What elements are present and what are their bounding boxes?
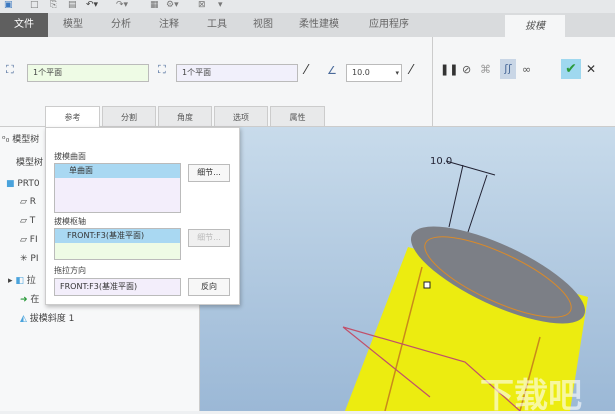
dimension-lines [445,160,496,233]
subtab-references[interactable]: 参考 [45,106,100,127]
flip-hinge-icon[interactable]: ⁄ [305,63,307,78]
watermark: 下载吧 [480,376,582,411]
tree-item-label: 拔模斜度 1 [29,314,75,324]
extrude-icon: ◧ [15,276,27,286]
tab-file[interactable]: 文件 [0,13,48,37]
tab-draft[interactable]: 拔模 [505,15,565,37]
tree-subheader[interactable]: 模型树 [16,155,43,168]
tree-item-csys[interactable]: ✳ PI [20,254,39,264]
tab-model[interactable]: 模型 [50,13,96,37]
graphics-viewport[interactable]: 10.0 下载吧 [200,127,615,414]
tree-item-label: 在 [30,295,40,305]
draft-hinge-label: 拔模枢轴 [54,217,86,226]
list-item[interactable]: FRONT:F3(基准平面) [55,229,180,243]
subtab-properties[interactable]: 属性 [270,106,325,127]
draft-surface-field[interactable]: 1个平面 [27,64,149,82]
draft-hinge-field[interactable]: 1个平面 [176,64,298,82]
window-icon[interactable]: ⊠ [198,0,206,10]
tree-item-top-plane[interactable]: ▱ T [20,216,35,226]
quick-access-toolbar: ▣ □ ⎘ ▤ ↶▾ ↷▾ ▦ ⚙▾ ⊠ ▾ [0,0,615,13]
angle-icon: ∠ [327,64,337,77]
undo-icon[interactable]: ↶▾ [86,0,98,10]
csys-icon: ✳ [20,254,31,264]
part-icon: ■ [6,179,18,189]
tree-item-label: 拉 [26,276,36,286]
draft-surfaces-list[interactable]: 单曲面 [54,163,181,213]
tree-header[interactable]: ᵒ₀ 模型树 [2,132,39,145]
flip-angle-icon[interactable]: ⁄ [410,63,412,78]
tab-annotate[interactable]: 注释 [146,13,192,37]
new-icon[interactable]: □ [30,0,39,10]
plane-icon: ▱ [20,197,30,207]
no-preview-icon[interactable]: ⊘ [462,63,471,76]
draft-hinge-icon: ⛶ [158,63,166,76]
drag-handle[interactable] [423,281,431,289]
glasses-icon[interactable]: ∞ [522,63,531,76]
ribbon-divider [432,37,433,127]
angle-dimension[interactable]: 10.0 [430,156,452,167]
app-icon[interactable]: ▣ [4,0,13,10]
tree-item-label: FI [29,235,38,245]
hinge-details-button: 细节... [188,229,230,247]
tree-header-label: 模型树 [12,135,40,145]
draft-hinge-list[interactable]: FRONT:F3(基准平面) [54,228,181,260]
regenerate-icon[interactable]: ▦ [150,0,159,10]
subtab-angles[interactable]: 角度 [158,106,212,127]
draft-surface-icon: ⛶ [6,63,14,76]
subtab-split[interactable]: 分割 [102,106,156,127]
settings-icon[interactable]: ⚙▾ [166,0,179,10]
surface-details-button[interactable]: 细节... [188,164,230,182]
plane-icon: ▱ [20,235,30,245]
insert-arrow-icon: ➜ [20,295,31,305]
tree-item-part[interactable]: ■ PRT0 [6,179,40,189]
tree-item-label: PRT0 [17,179,40,189]
chevron-down-icon[interactable]: ▾ [395,65,399,81]
preview-icon[interactable]: ⌘ [480,63,491,76]
pull-direction-label: 拖拉方向 [54,266,86,275]
tab-applications[interactable]: 应用程序 [354,13,424,37]
model-graphics: 10.0 下载吧 [342,156,588,414]
open-icon[interactable]: ⎘ [50,0,57,10]
tree-item-draft[interactable]: ◭ 拔模斜度 1 [20,311,74,324]
tree-item-extrude[interactable]: ▸ ◧ 拉 [8,273,36,286]
draft-feature-icon: ◭ [20,314,30,324]
plane-icon: ▱ [20,216,30,226]
tree-item-front-plane[interactable]: ▱ FI [20,235,38,245]
list-item[interactable]: 单曲面 [55,164,180,178]
save-icon[interactable]: ▤ [68,0,77,10]
tab-analysis[interactable]: 分析 [98,13,144,37]
tree-item-label: R [29,197,37,207]
angle-value: 10.0 [352,68,370,77]
tree-icon: ᵒ₀ [2,135,13,145]
customize-icon[interactable]: ▾ [218,0,223,10]
tree-item-insert-here[interactable]: ➜ 在 [20,292,39,305]
verify-icon[interactable]: ʃʃ [500,59,516,79]
menu-tab-bar: 文件 模型 分析 注释 工具 视图 柔性建模 应用程序 拔模 [0,13,615,37]
flip-button[interactable]: 反向 [188,278,230,296]
tree-item-label: T [29,216,36,226]
cancel-x-icon[interactable]: ✕ [586,62,596,76]
pause-icon[interactable]: ❚❚ [440,63,458,76]
ok-check-icon[interactable]: ✔ [561,59,581,79]
angle-input[interactable]: 10.0 ▾ [346,64,402,82]
redo-icon[interactable]: ↷▾ [116,0,128,10]
tab-tools[interactable]: 工具 [194,13,240,37]
pull-direction-field[interactable]: FRONT:F3(基准平面) [54,278,181,296]
references-panel: 拔模曲面 单曲面 细节... 拔模枢轴 FRONT:F3(基准平面) 细节...… [45,127,240,305]
tree-item-right-plane[interactable]: ▱ R [20,197,36,207]
subtab-options[interactable]: 选项 [214,106,268,127]
tree-item-label: PI [30,254,39,264]
tab-flexible-modeling[interactable]: 柔性建模 [286,13,352,37]
tab-view[interactable]: 视图 [242,13,284,37]
draft-surfaces-label: 拔模曲面 [54,152,86,161]
